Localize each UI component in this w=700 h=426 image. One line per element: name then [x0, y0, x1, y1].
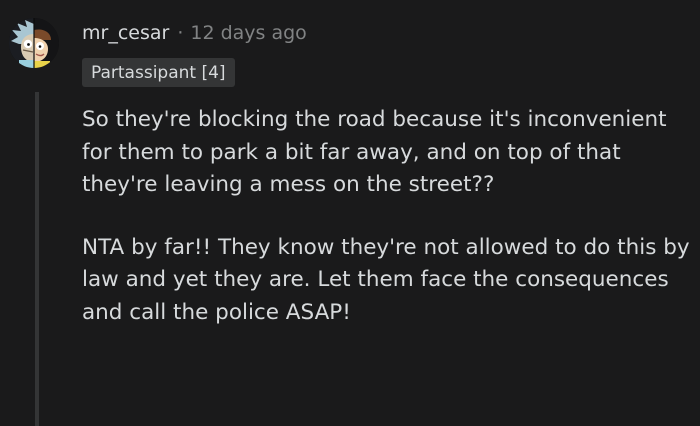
user-flair: Partassipant [4]	[82, 58, 235, 87]
comment-paragraph: So they're blocking the road because it'…	[82, 107, 667, 197]
comment-paragraph: NTA by far!! They know they're not allow…	[82, 234, 690, 325]
thread-collapse-line[interactable]	[35, 92, 39, 426]
rick-and-morty-avatar-icon	[9, 18, 59, 68]
user-avatar[interactable]	[9, 18, 59, 68]
comment-header: mr_cesar · 12 days ago	[82, 19, 307, 47]
comment: mr_cesar · 12 days ago Partassipant [4] …	[0, 0, 700, 426]
author-username[interactable]: mr_cesar	[82, 22, 169, 44]
meta-separator: ·	[177, 22, 184, 44]
comment-body: So they're blocking the road because it'…	[82, 104, 692, 329]
comment-timestamp[interactable]: 12 days ago	[190, 22, 306, 44]
